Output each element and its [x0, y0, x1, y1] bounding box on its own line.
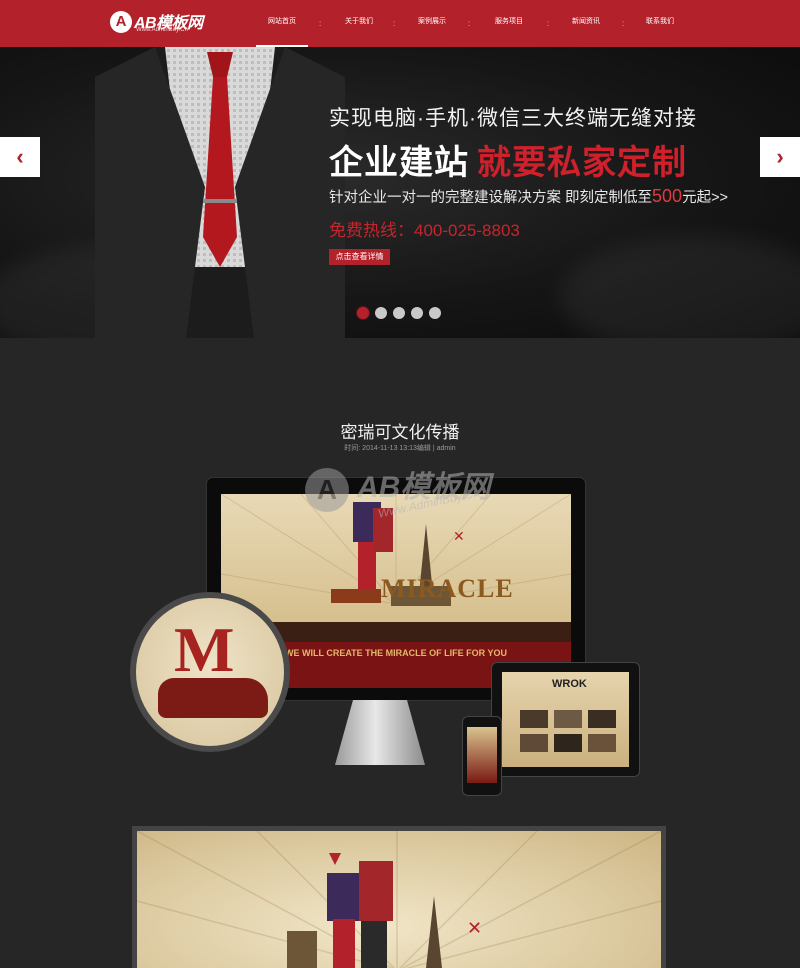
banner-offer: 针对企业一对一的完整建设解决方案 即刻定制低至500元起>>	[329, 186, 728, 207]
nav-separator: :	[622, 19, 625, 28]
slide-dot[interactable]	[357, 307, 369, 319]
site-header: A AB模板网 Www.AdminBuy.Cn 网站首页 : 关于我们 : 案例…	[0, 0, 800, 47]
next-slide-button[interactable]: ›	[760, 137, 800, 177]
banner-headline: 实现电脑·手机·微信三大终端无缝对接	[329, 107, 697, 130]
miracle-word: MIRACLE	[381, 574, 514, 603]
responsive-showcase-image: ✕ MIRACLE WE WILL CREATE THE MIRACLE OF …	[130, 475, 650, 800]
nav-item-home[interactable]: 网站首页	[256, 0, 308, 47]
post-title: 密瑞可文化传播	[340, 423, 460, 442]
preview-inner: ✕	[137, 831, 661, 968]
svg-text:✕: ✕	[467, 918, 482, 938]
preview-collage: ✕	[137, 831, 661, 968]
nav-item-about[interactable]: 关于我们	[333, 0, 385, 45]
tablet-mockup: WROK	[492, 663, 639, 776]
offer-text: 针对企业一对一的完整建设解决方案 即刻定制低至	[329, 190, 653, 206]
suit-illustration	[95, 47, 345, 338]
circle-letter: M	[174, 614, 235, 685]
banner-title-white: 企业建站	[329, 144, 469, 182]
watermark-mark: A	[305, 468, 349, 512]
banner-title: 企业建站 就要私家定制	[329, 135, 687, 184]
slide-dot[interactable]	[375, 307, 387, 319]
nav-separator: :	[393, 19, 396, 28]
nav-item-news[interactable]: 新闻资讯	[560, 0, 612, 45]
watermark: A AB模板网 Www.AdminBuy.Cn	[305, 462, 525, 522]
offer-suffix: 元起>>	[682, 190, 729, 206]
nav-item-cases[interactable]: 案例展示	[406, 0, 458, 45]
prev-slide-button[interactable]: ‹	[0, 137, 40, 177]
phone-screen	[467, 727, 497, 783]
chevron-right-icon: ›	[776, 144, 784, 169]
zoom-circle: M	[130, 592, 290, 752]
post-meta: 时间: 2014-11-13 13:13编辑 | admin	[344, 445, 456, 452]
phone-mockup	[463, 717, 501, 795]
slide-dot[interactable]	[393, 307, 405, 319]
hotline: 免费热线：400-025-8803	[329, 221, 520, 240]
monitor-stand	[335, 700, 425, 765]
offer-price: 500	[652, 186, 683, 206]
site-logo[interactable]: A AB模板网 Www.AdminBuy.Cn	[110, 9, 210, 37]
hero-banner: 实现电脑·手机·微信三大终端无缝对接 企业建站 就要私家定制 针对企业一对一的完整…	[0, 47, 800, 338]
banner-title-red: 就要私家定制	[477, 144, 687, 182]
preview-image: ✕	[132, 826, 666, 968]
vintage-car	[158, 678, 268, 718]
logo-mark: A	[110, 11, 132, 33]
tablet-thumbnails	[520, 710, 616, 752]
svg-text:✕: ✕	[453, 528, 465, 544]
logo-sub: Www.AdminBuy.Cn	[136, 27, 188, 33]
nav-item-contact[interactable]: 联系我们	[634, 0, 686, 45]
chevron-left-icon: ‹	[16, 144, 24, 169]
tablet-screen: WROK	[502, 672, 629, 767]
nav-separator: :	[319, 19, 322, 28]
nav-separator: :	[468, 19, 471, 28]
nav-item-services[interactable]: 服务项目	[483, 0, 535, 45]
smoke-decoration	[560, 237, 800, 338]
nav-separator: :	[547, 19, 550, 28]
slide-dot[interactable]	[429, 307, 441, 319]
slide-dot[interactable]	[411, 307, 423, 319]
view-details-button[interactable]: 点击查看详情	[329, 249, 390, 265]
